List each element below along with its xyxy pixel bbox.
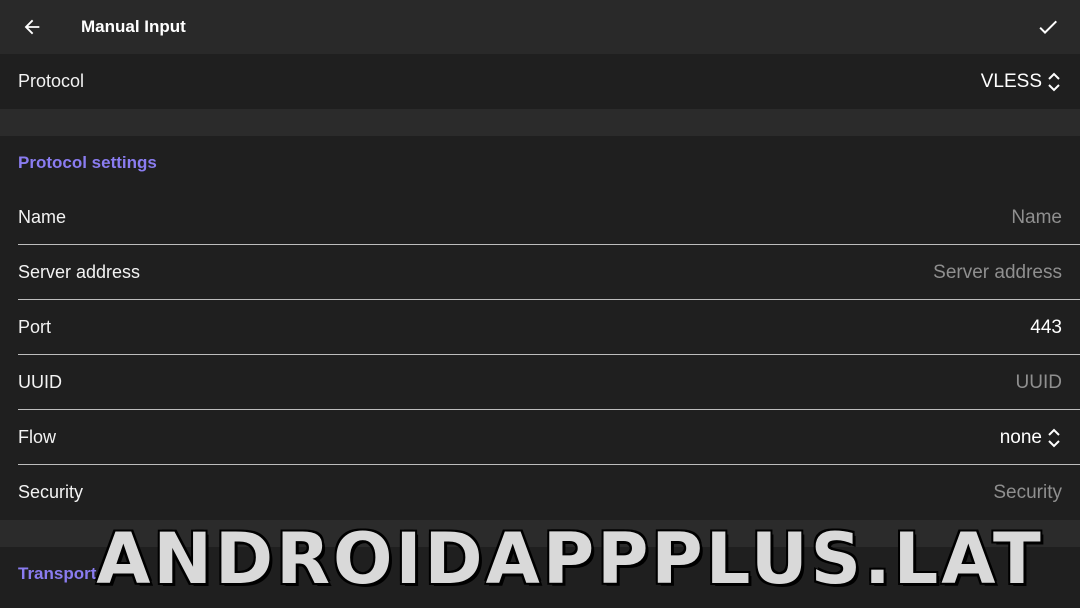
protocol-selector[interactable]: Protocol VLESS	[0, 54, 1080, 109]
field-label: Port	[18, 317, 52, 337]
security-input[interactable]: Security	[993, 482, 1062, 504]
field-name[interactable]: Name Name	[0, 190, 1080, 245]
field-label: Security	[18, 482, 84, 502]
field-label: UUID	[18, 372, 62, 392]
flow-selector[interactable]: none	[1000, 427, 1062, 449]
screen: Manual Input Protocol VLESS Protocol set…	[0, 0, 1080, 608]
server-address-input[interactable]: Server address	[933, 262, 1062, 284]
app-bar: Manual Input	[0, 0, 1080, 54]
arrow-back-icon	[24, 19, 40, 35]
uuid-input[interactable]: UUID	[1016, 372, 1062, 394]
confirm-button[interactable]	[1028, 7, 1068, 47]
field-label: Server address	[18, 262, 141, 282]
field-security[interactable]: Security Security	[0, 465, 1080, 520]
check-icon	[1039, 20, 1057, 34]
flow-selected: none	[999, 426, 1042, 448]
unfold-icon	[1048, 72, 1060, 91]
protocol-selected: VLESS	[980, 70, 1042, 92]
page-title: Manual Input	[81, 17, 186, 36]
field-label: Name	[18, 207, 67, 227]
unfold-icon	[1048, 428, 1060, 447]
section-header-transport: Transport	[18, 564, 97, 583]
protocol-label: Protocol	[18, 71, 85, 91]
section-header-protocol-settings: Protocol settings	[18, 153, 157, 172]
field-label: Flow	[18, 427, 57, 447]
back-button[interactable]	[12, 7, 52, 47]
protocol-value[interactable]: VLESS	[981, 71, 1062, 93]
section-divider	[0, 520, 1080, 547]
port-input[interactable]: 443	[1030, 317, 1062, 339]
field-flow[interactable]: Flow none	[0, 410, 1080, 465]
field-port[interactable]: Port 443	[0, 300, 1080, 355]
section-divider	[0, 109, 1080, 136]
field-server-address[interactable]: Server address Server address	[0, 245, 1080, 300]
name-input[interactable]: Name	[1011, 207, 1062, 229]
field-uuid[interactable]: UUID UUID	[0, 355, 1080, 410]
